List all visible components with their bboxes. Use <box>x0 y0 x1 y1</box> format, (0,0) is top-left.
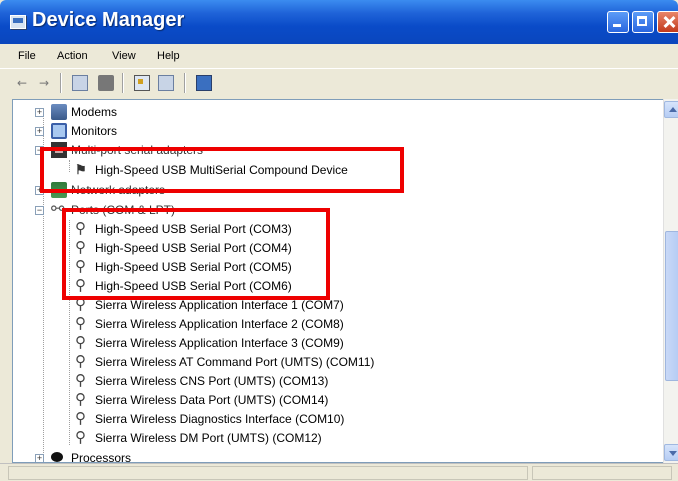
serial-port-icon: ⚲ <box>75 353 86 370</box>
toolbar-separator <box>184 73 186 93</box>
serial-port-icon: ⚲ <box>75 315 86 332</box>
expand-plus-icon[interactable]: + <box>35 454 44 462</box>
tree-item-label: Sierra Wireless Application Interface 3 … <box>95 336 344 350</box>
arrow-right-icon[interactable]: → <box>36 75 52 91</box>
menu-action[interactable]: Action <box>57 50 88 62</box>
serial-port-icon: ⚲ <box>75 372 86 389</box>
menu-view[interactable]: View <box>112 50 136 62</box>
scan-hardware-icon[interactable] <box>196 75 212 91</box>
toolbar-separator <box>60 73 62 93</box>
window-title: Device Manager <box>32 9 185 31</box>
tree-item-label: Sierra Wireless Application Interface 2 … <box>95 317 344 331</box>
modem-icon <box>51 104 67 120</box>
highlight-box-usb-ports <box>62 208 330 300</box>
title-bar[interactable]: Device Manager <box>0 0 678 44</box>
menu-bar: File Action View Help <box>0 44 678 68</box>
tree-item-label: Monitors <box>71 124 118 138</box>
monitor-icon <box>51 123 67 139</box>
help-icon[interactable] <box>158 75 174 91</box>
device-manager-window: Device Manager File Action View Help ← →… <box>0 0 678 481</box>
status-cell <box>532 466 672 480</box>
tree-item-label: Sierra Wireless Data Port (UMTS) (COM14) <box>95 393 329 407</box>
serial-port-icon: ⚲ <box>75 410 86 427</box>
expand-plus-icon[interactable]: + <box>35 127 44 136</box>
device-manager-icon <box>10 15 26 29</box>
scroll-up-button[interactable] <box>664 101 678 118</box>
vertical-scrollbar[interactable] <box>663 99 678 463</box>
menu-file[interactable]: File <box>18 50 36 62</box>
status-cell <box>8 466 528 480</box>
print-icon[interactable] <box>98 75 114 91</box>
tree-item-label: Sierra Wireless CNS Port (UMTS) (COM13) <box>95 374 329 388</box>
close-button[interactable] <box>657 11 678 33</box>
toolbar-separator <box>122 73 124 93</box>
serial-port-icon: ⚲ <box>75 429 86 446</box>
highlight-box-multiserial <box>40 147 404 193</box>
tree-item-label: Sierra Wireless DM Port (UMTS) (COM12) <box>95 431 322 445</box>
tree-item-label: Sierra Wireless Diagnostics Interface (C… <box>95 412 345 426</box>
tree-item-label: Modems <box>71 105 118 119</box>
maximize-button[interactable] <box>632 11 654 33</box>
serial-port-icon: ⚲ <box>75 391 86 408</box>
properties-icon[interactable] <box>134 75 150 91</box>
minimize-button[interactable] <box>607 11 629 33</box>
expand-plus-icon[interactable]: + <box>35 108 44 117</box>
scroll-down-button[interactable] <box>664 444 678 461</box>
processor-icon <box>51 452 63 462</box>
show-hide-console-tree-icon[interactable] <box>72 75 88 91</box>
toolbar: ← → <box>0 68 678 99</box>
collapse-minus-icon[interactable]: − <box>35 206 44 215</box>
menu-help[interactable]: Help <box>157 50 180 62</box>
arrow-left-icon[interactable]: ← <box>14 75 30 91</box>
tree-item-label: Processors <box>71 451 132 463</box>
status-bar <box>0 463 678 481</box>
tree-item-label: Sierra Wireless AT Command Port (UMTS) (… <box>95 355 375 369</box>
serial-port-icon: ⚲ <box>75 334 86 351</box>
scroll-thumb[interactable] <box>665 231 678 381</box>
